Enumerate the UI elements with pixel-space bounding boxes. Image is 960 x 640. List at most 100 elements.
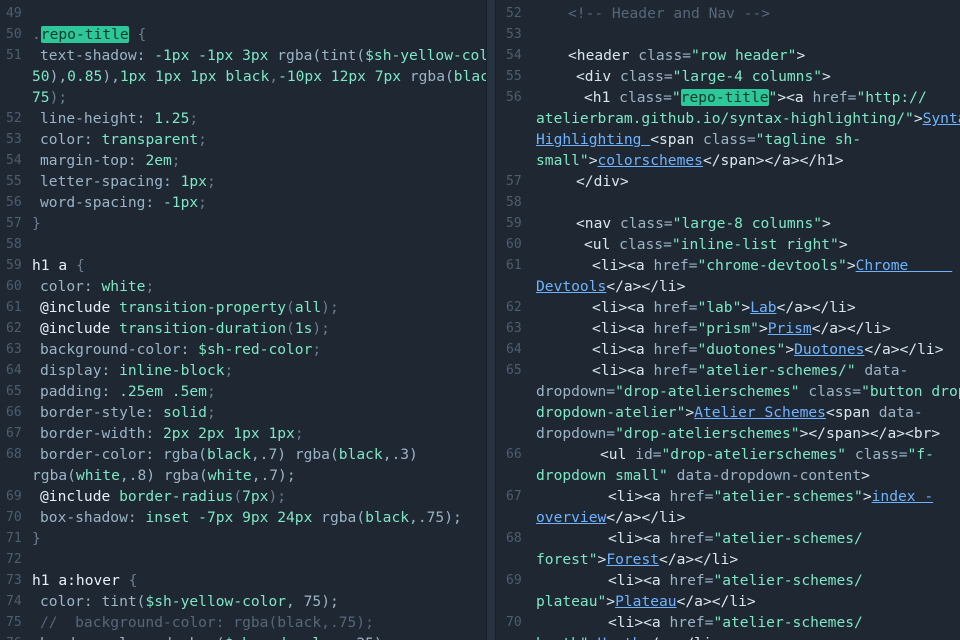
code-line[interactable]: 68 <li><a href="atelier-schemes/ — [496, 528, 960, 549]
link-text-token: Atelier Schemes — [694, 404, 826, 421]
code-line[interactable]: dropdown small" data-dropdown-content> — [496, 465, 960, 486]
code-token: ; — [206, 404, 216, 421]
code-line[interactable]: 65 <li><a href="atelier-schemes/" data- — [496, 360, 960, 381]
line-number: 65 — [506, 363, 522, 378]
code-line[interactable]: 72 — [0, 549, 486, 570]
code-line[interactable]: 62 @include transition-duration(1s); — [0, 318, 486, 339]
code-text: <div class="large-4 columns"> — [496, 66, 960, 87]
code-text: <li><a href="atelier-schemes/" data- — [496, 360, 960, 381]
code-token: word-spacing: — [40, 194, 164, 211]
code-line[interactable]: 76border-color: darken($sh-red-color, 25… — [0, 633, 486, 640]
scss-code-area[interactable]: 49 50 .repo-title {51 text-shadow: -1px -1p… — [0, 3, 486, 640]
code-line[interactable]: 58 — [0, 234, 486, 255]
code-line[interactable]: 56 word-spacing: -1px; — [0, 192, 486, 213]
code-line[interactable]: 73 h1 a:hover { — [0, 570, 486, 591]
code-text: } — [0, 213, 486, 234]
code-line[interactable]: 71} — [0, 528, 486, 549]
code-token: <li><a — [592, 341, 654, 358]
code-token: , 25) — [339, 635, 383, 640]
code-line[interactable]: dropdown-atelier">Atelier Schemes<span d… — [496, 402, 960, 423]
code-token: > — [846, 257, 856, 274]
code-token: <li><a — [592, 362, 654, 379]
code-line[interactable]: 60 color: white; — [0, 276, 486, 297]
code-line[interactable]: 75 // background-color: rgba(black,.75); — [0, 612, 486, 633]
code-line[interactable]: 69 <li><a href="atelier-schemes/ — [496, 570, 960, 591]
code-token: white — [207, 467, 252, 484]
code-line[interactable]: 53 color: transparent; — [0, 129, 486, 150]
code-line[interactable]: 53 — [496, 24, 960, 45]
code-line[interactable]: 74 color: tint($sh-yellow-color, 75); — [0, 591, 486, 612]
code-line[interactable]: 57 </div> — [496, 171, 960, 192]
code-line[interactable]: 63 background-color: $sh-red-color; — [0, 339, 486, 360]
code-token: ,.7); — [251, 467, 296, 484]
code-line[interactable]: rgba(white,.8) rgba(white,.7); — [0, 465, 486, 486]
code-line[interactable]: atelierbram.github.io/syntax-highlightin… — [496, 108, 960, 129]
code-token: dropdown= — [536, 383, 616, 400]
code-token: -10px 12px 7px — [278, 68, 410, 85]
code-text: <li><a href="prism">Prism</a></li> — [496, 318, 960, 339]
code-line[interactable]: 54 <header class="row header"> — [496, 45, 960, 66]
code-line[interactable]: 61 <li><a href="chrome-devtools">Chrome — [496, 255, 960, 276]
code-line[interactable]: 64 display: inline-block; — [0, 360, 486, 381]
code-line[interactable]: dropdown="drop-atelierschemes"></span></… — [496, 423, 960, 444]
code-line[interactable]: 67 <li><a href="atelier-schemes">index - — [496, 486, 960, 507]
scss-editor-pane[interactable]: 49 50 .repo-title {51 text-shadow: -1px -1p… — [0, 0, 486, 640]
code-line[interactable]: 55 letter-spacing: 1px; — [0, 171, 486, 192]
code-line[interactable]: 63 <li><a href="prism">Prism</a></li> — [496, 318, 960, 339]
code-token: href= — [653, 341, 698, 358]
code-token: > — [862, 488, 872, 505]
code-token: "large-4 columns" — [672, 68, 823, 85]
code-line[interactable]: 61 @include transition-property(all); — [0, 297, 486, 318]
code-line[interactable]: 75); — [0, 87, 486, 108]
code-line[interactable]: plateau">Plateau</a></li> — [496, 591, 960, 612]
pane-splitter[interactable] — [486, 0, 496, 640]
code-line[interactable]: 59 <nav class="large-8 columns"> — [496, 213, 960, 234]
code-line[interactable]: 68 border-color: rgba(black,.7) rgba(blac… — [0, 444, 486, 465]
code-text: border-color: rgba(black,.7) rgba(black,… — [0, 444, 486, 465]
code-line[interactable]: 70 <li><a href="atelier-schemes/ — [496, 612, 960, 633]
code-line[interactable]: overview</a></li> — [496, 507, 960, 528]
code-text: word-spacing: -1px; — [0, 192, 486, 213]
code-token: > — [685, 404, 695, 421]
code-token: ,.7) — [250, 446, 295, 463]
code-line[interactable]: 64 <li><a href="duotones">Duotones</a></l… — [496, 339, 960, 360]
code-line[interactable]: 60 <ul class="inline-list right"> — [496, 234, 960, 255]
code-token: class= — [854, 446, 908, 463]
code-line[interactable]: 49 — [0, 3, 486, 24]
code-text: @include transition-property(all); — [0, 297, 486, 318]
code-line[interactable]: 52 <!-- Header and Nav --> — [496, 3, 960, 24]
code-line[interactable]: 58 — [496, 192, 960, 213]
code-line[interactable]: 56 <h1 class="repo-title"><a href="http:/… — [496, 87, 960, 108]
code-line[interactable]: 66 border-style: solid; — [0, 402, 486, 423]
code-line[interactable]: heath">Heath</a></li> — [496, 633, 960, 640]
line-number: 55 — [6, 174, 22, 189]
code-line[interactable]: 52 line-height: 1.25; — [0, 108, 486, 129]
code-line[interactable]: 50),0.85),1px 1px 1px black,-10px 12px 7… — [0, 66, 486, 87]
code-line[interactable]: 55 <div class="large-4 columns"> — [496, 66, 960, 87]
code-line[interactable]: 66 <ul id="drop-atelierschemes" class="f- — [496, 444, 960, 465]
code-line[interactable]: Devtools</a></li> — [496, 276, 960, 297]
code-line[interactable]: 62 <li><a href="lab">Lab</a></li> — [496, 297, 960, 318]
code-token: href= — [812, 89, 857, 106]
code-line[interactable]: 59 h1 a { — [0, 255, 486, 276]
code-token: > — [758, 320, 768, 337]
code-line[interactable]: 51 text-shadow: -1px -1px 3px rgba(tint($… — [0, 45, 486, 66]
code-text: margin-top: 2em; — [0, 150, 486, 171]
code-line[interactable]: dropdown="drop-atelierschemes" class="bu… — [496, 381, 960, 402]
code-line[interactable]: Highlighting <span class="tagline sh- — [496, 129, 960, 150]
code-token: margin-top: — [40, 152, 146, 169]
html-code-area[interactable]: 52 <!-- Header and Nav --> 53 54 <header cla… — [496, 3, 960, 640]
code-token: 1px 1px 1px black — [119, 68, 270, 85]
code-line[interactable]: 70 box-shadow: inset -7px 9px 24px rgba(b… — [0, 507, 486, 528]
code-line[interactable]: 54 margin-top: 2em; — [0, 150, 486, 171]
code-line[interactable]: 57} — [0, 213, 486, 234]
code-line[interactable]: 69 @include border-radius(7px); — [0, 486, 486, 507]
html-editor-pane[interactable]: 52 <!-- Header and Nav --> 53 54 <header cla… — [496, 0, 960, 640]
code-line[interactable]: small">colorschemes</span></a></h1> — [496, 150, 960, 171]
code-text: <li><a href="chrome-devtools">Chrome — [496, 255, 960, 276]
code-line[interactable]: 50 .repo-title { — [0, 24, 486, 45]
code-line[interactable]: 65 padding: .25em .5em; — [0, 381, 486, 402]
line-number: 52 — [506, 6, 522, 21]
code-line[interactable]: 67 border-width: 2px 2px 1px 1px; — [0, 423, 486, 444]
code-line[interactable]: forest">Forest</a></li> — [496, 549, 960, 570]
